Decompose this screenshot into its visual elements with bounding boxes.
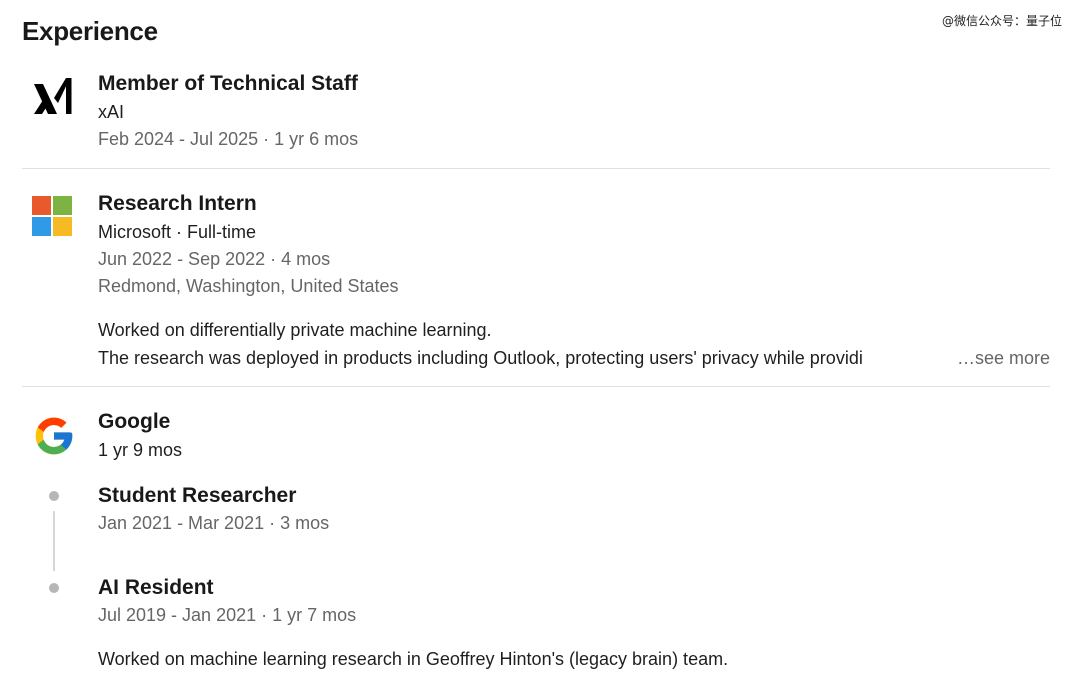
timeline-line: [53, 511, 55, 571]
role-ai-resident: AI Resident Jul 2019 - Jan 2021 · 1 yr 7…: [98, 574, 1050, 673]
role-student-researcher: Student Researcher Jan 2021 - Mar 2021 ·…: [98, 482, 1050, 537]
divider: [22, 168, 1050, 169]
experience-entry-microsoft: Research Intern Microsoft · Full-time Ju…: [22, 190, 1050, 375]
microsoft-logo-icon[interactable]: [32, 196, 72, 236]
role-description: Worked on machine learning research in G…: [98, 649, 729, 669]
job-title[interactable]: Member of Technical Staff: [98, 70, 1050, 98]
job-description-line: Worked on differentially private machine…: [98, 320, 492, 340]
job-description-line: The research was deployed in products in…: [98, 348, 863, 368]
role-dates: Jan 2021 - Mar 2021 · 3 mos: [98, 513, 330, 533]
total-duration: 1 yr 9 mos: [98, 440, 183, 460]
divider: [22, 386, 1050, 387]
role-title[interactable]: Student Researcher: [98, 482, 1050, 510]
job-title[interactable]: Research Intern: [98, 190, 1050, 218]
timeline-dot: [49, 491, 59, 501]
job-dates: Jun 2022 - Sep 2022 · 4 mos: [98, 249, 331, 269]
watermark: @微信公众号：量子位: [941, 14, 1062, 28]
job-location: Redmond, Washington, United States: [98, 276, 399, 296]
company-name: Microsoft · Full-time: [98, 222, 257, 242]
job-dates: Feb 2024 - Jul 2025 · 1 yr 6 mos: [98, 129, 359, 149]
xai-logo-icon[interactable]: [32, 74, 76, 118]
experience-entry-xai: Member of Technical Staff xAI Feb 2024 -…: [22, 70, 1050, 165]
role-dates: Jul 2019 - Jan 2021 · 1 yr 7 mos: [98, 605, 357, 625]
job-description-truncated: The research was deployed in products in…: [98, 344, 1050, 372]
google-logo-icon[interactable]: [32, 414, 76, 458]
experience-entry-google: Google 1 yr 9 mos Student Researcher Jan…: [22, 408, 1050, 688]
company-name[interactable]: Google: [98, 408, 1050, 436]
timeline-dot: [49, 583, 59, 593]
section-title: Experience: [22, 16, 158, 46]
company-name: xAI: [98, 102, 125, 122]
see-more-button[interactable]: …see more: [948, 344, 1050, 372]
role-title[interactable]: AI Resident: [98, 574, 1050, 602]
